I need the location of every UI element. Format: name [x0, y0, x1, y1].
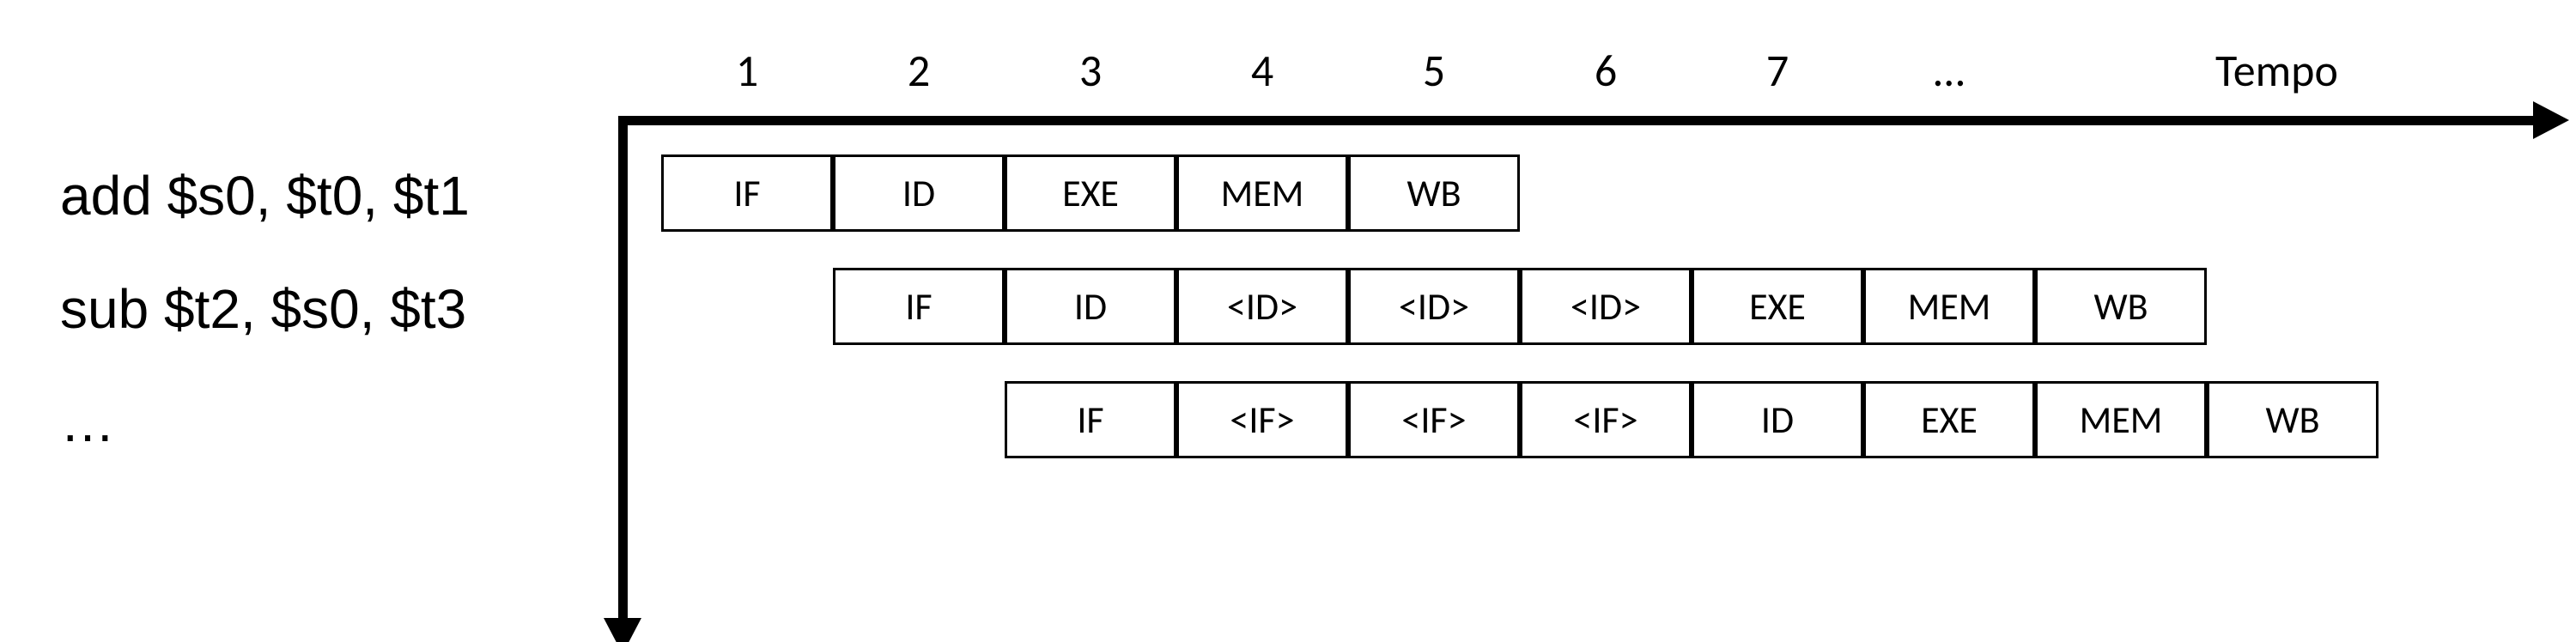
stage-cell: <ID>	[1176, 268, 1348, 345]
instruction-1: add $s0, $t0, $t1	[60, 163, 470, 229]
stage-cell: <IF>	[1520, 381, 1692, 458]
time-axis-horizontal	[618, 116, 2533, 125]
stage-cell: WB	[2035, 268, 2207, 345]
instruction-axis-arrow	[604, 618, 641, 642]
cycle-label-8: …	[1863, 43, 2035, 98]
stage-cell: IF	[1005, 381, 1176, 458]
instruction-axis-vertical	[618, 116, 628, 618]
stage-cell: EXE	[1692, 268, 1863, 345]
cycle-label-6: 6	[1520, 43, 1692, 98]
stage-cell: MEM	[1863, 268, 2035, 345]
stage-cell: <ID>	[1520, 268, 1692, 345]
time-axis-arrow	[2533, 101, 2569, 139]
stage-cell: WB	[2207, 381, 2379, 458]
cycle-label-7: 7	[1692, 43, 1863, 98]
cycle-label-2: 2	[833, 43, 1005, 98]
time-axis-label: Tempo	[2215, 43, 2338, 98]
stage-cell: ID	[1005, 268, 1176, 345]
stage-cell: MEM	[1176, 154, 1348, 232]
cycle-label-1: 1	[661, 43, 833, 98]
stage-cell: IF	[661, 154, 833, 232]
instruction-2: sub $t2, $s0, $t3	[60, 276, 466, 342]
stage-cell: WB	[1348, 154, 1520, 232]
stage-cell: <ID>	[1348, 268, 1520, 345]
stage-cell: EXE	[1005, 154, 1176, 232]
stage-cell: IF	[833, 268, 1005, 345]
cycle-label-4: 4	[1176, 43, 1348, 98]
stage-cell: ID	[1692, 381, 1863, 458]
stage-cell: <IF>	[1348, 381, 1520, 458]
stage-cell: <IF>	[1176, 381, 1348, 458]
instruction-3: …	[60, 390, 115, 456]
cycle-label-3: 3	[1005, 43, 1176, 98]
stage-cell: MEM	[2035, 381, 2207, 458]
stage-cell: ID	[833, 154, 1005, 232]
cycle-label-5: 5	[1348, 43, 1520, 98]
stage-cell: EXE	[1863, 381, 2035, 458]
